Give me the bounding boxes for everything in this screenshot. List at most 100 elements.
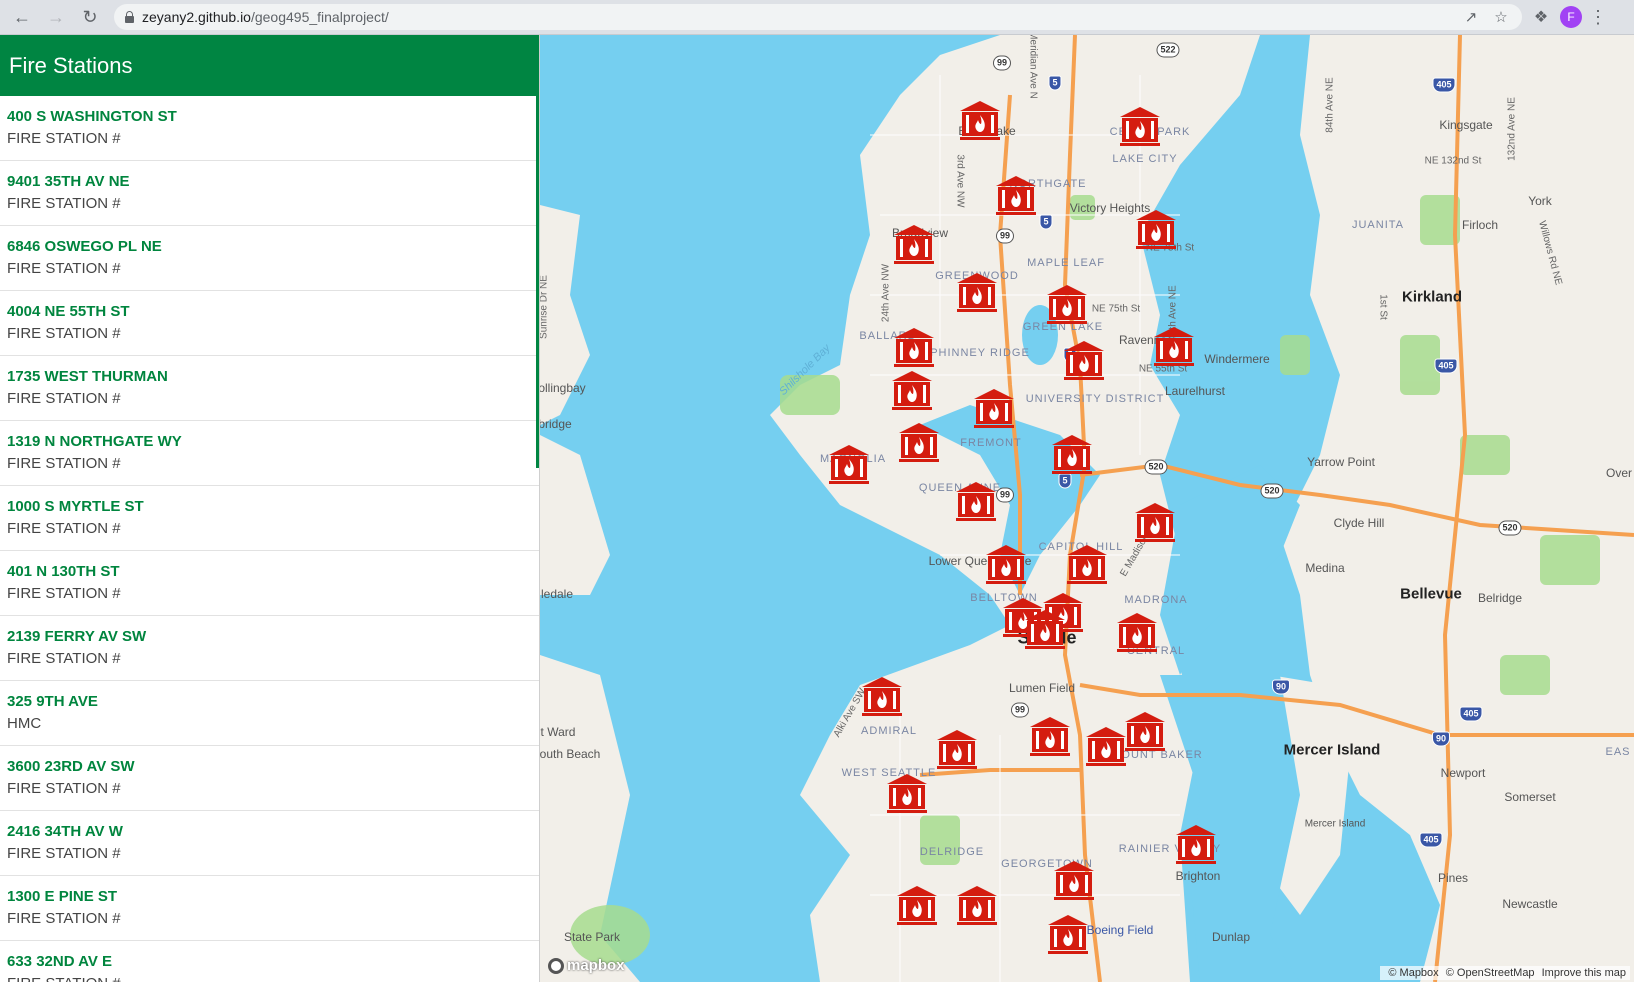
station-address[interactable]: 1300 E PINE ST (7, 888, 539, 906)
fire-station-icon[interactable] (972, 387, 1016, 431)
back-icon[interactable]: ← (8, 3, 36, 31)
station-address[interactable]: 3600 23RD AV SW (7, 758, 539, 776)
station-address[interactable]: 2139 FERRY AV SW (7, 628, 539, 646)
fire-station-icon[interactable] (895, 884, 939, 928)
fire-station-icon[interactable] (955, 884, 999, 928)
station-address[interactable]: 9401 35TH AV NE (7, 173, 539, 191)
fire-station-icon[interactable] (955, 271, 999, 315)
map-label: Belridge (1477, 591, 1523, 605)
list-item[interactable]: 325 9TH AVE HMC (0, 681, 539, 746)
list-item[interactable]: 1300 E PINE ST FIRE STATION # (0, 876, 539, 941)
list-item[interactable]: 2416 34TH AV W FIRE STATION # (0, 811, 539, 876)
extensions-icon[interactable]: ❖ (1528, 7, 1554, 27)
menu-icon[interactable]: ⋮ (1588, 7, 1608, 28)
list-item[interactable]: 4004 NE 55TH ST FIRE STATION # (0, 291, 539, 356)
fire-station-icon[interactable] (1046, 913, 1090, 957)
fire-station-icon[interactable] (885, 772, 929, 816)
scrollbar[interactable] (536, 96, 539, 468)
map-label: Medina (1305, 561, 1345, 575)
fire-station-icon[interactable] (1065, 543, 1109, 587)
fire-station-icon[interactable] (890, 369, 934, 413)
list-item[interactable]: 401 N 130TH ST FIRE STATION # (0, 551, 539, 616)
fire-station-icon[interactable] (860, 675, 904, 719)
route-shield: 99 (1010, 702, 1030, 718)
station-address[interactable]: 2416 34TH AV W (7, 823, 539, 841)
fire-station-icon[interactable] (827, 443, 871, 487)
star-icon[interactable]: ☆ (1490, 8, 1512, 26)
reload-icon[interactable]: ↻ (76, 3, 104, 31)
station-address[interactable]: 401 N 130TH ST (7, 563, 539, 581)
map-label: Mercer Island (1304, 818, 1366, 830)
map-basemap (540, 35, 1634, 982)
fire-station-icon[interactable] (1045, 283, 1089, 327)
map-label: ADMIRAL (861, 725, 917, 737)
fire-station-icon[interactable] (1050, 433, 1094, 477)
station-list[interactable]: 400 S WASHINGTON ST FIRE STATION # 9401 3… (0, 96, 539, 982)
station-address[interactable]: 1735 WEST THURMAN (7, 368, 539, 386)
map-label: Mercer Island (1283, 741, 1381, 759)
route-shield: 405 (1434, 358, 1458, 374)
fire-station-icon[interactable] (1062, 339, 1106, 383)
fire-station-icon[interactable] (897, 421, 941, 465)
map-label: NE 75th St (1091, 303, 1141, 315)
share-icon[interactable]: ↗ (1460, 8, 1482, 26)
fire-station-icon[interactable] (1023, 608, 1067, 652)
improve-map-link[interactable]: Improve this map (1542, 967, 1626, 979)
map-label: MADRONA (1124, 594, 1188, 606)
fire-station-icon[interactable] (994, 174, 1038, 218)
fire-station-icon[interactable] (1134, 208, 1178, 252)
url-text: zeyany2.github.io/geog495_finalproject/ (142, 9, 389, 25)
map-label: Windermere (1204, 352, 1270, 366)
fire-station-icon[interactable] (892, 223, 936, 267)
fire-station-icon[interactable] (1052, 859, 1096, 903)
list-item[interactable]: 1735 WEST THURMAN FIRE STATION # (0, 356, 539, 421)
station-address[interactable]: 633 32ND AV E (7, 953, 539, 971)
list-item[interactable]: 400 S WASHINGTON ST FIRE STATION # (0, 96, 539, 161)
list-item[interactable]: 633 32ND AV E FIRE STATION # (0, 941, 539, 982)
list-item[interactable]: 3600 23RD AV SW FIRE STATION # (0, 746, 539, 811)
mapbox-logo-text: mapbox (567, 957, 625, 974)
forward-icon[interactable]: → (42, 3, 70, 31)
station-address[interactable]: 400 S WASHINGTON ST (7, 108, 539, 126)
station-address[interactable]: 1000 S MYRTLE ST (7, 498, 539, 516)
station-address[interactable]: 325 9TH AVE (7, 693, 539, 711)
map-canvas[interactable]: Bitter Lake CEDAR PARK LAKE CITY NORTHGA… (540, 35, 1634, 982)
fire-station-icon[interactable] (1084, 725, 1128, 769)
list-item[interactable]: 1319 N NORTHGATE WY FIRE STATION # (0, 421, 539, 486)
station-address[interactable]: 6846 OSWEGO PL NE (7, 238, 539, 256)
map-label: York (1528, 194, 1552, 208)
station-address[interactable]: 4004 NE 55TH ST (7, 303, 539, 321)
avatar[interactable]: F (1560, 6, 1582, 28)
route-shield: 520 (1260, 483, 1284, 499)
list-item[interactable]: 6846 OSWEGO PL NE FIRE STATION # (0, 226, 539, 291)
fire-station-icon[interactable] (1174, 823, 1218, 867)
mapbox-logo[interactable]: mapbox (548, 957, 625, 974)
fire-station-icon[interactable] (1115, 611, 1159, 655)
fire-station-icon[interactable] (935, 728, 979, 772)
fire-station-icon[interactable] (1123, 710, 1167, 754)
mapbox-attribution-link[interactable]: © Mapbox (1388, 967, 1438, 979)
fire-station-icon[interactable] (1118, 105, 1162, 149)
map-label: Firloch (1461, 218, 1499, 232)
list-item[interactable]: 2139 FERRY AV SW FIRE STATION # (0, 616, 539, 681)
map-label: Newport (1440, 766, 1486, 780)
osm-attribution-link[interactable]: © OpenStreetMap (1446, 967, 1535, 979)
station-desc: FIRE STATION # (7, 845, 121, 862)
fire-station-icon[interactable] (1028, 715, 1072, 759)
fire-station-icon[interactable] (954, 480, 998, 524)
browser-toolbar: ← → ↻ zeyany2.github.io/geog495_finalpro… (0, 0, 1634, 35)
list-item[interactable]: 1000 S MYRTLE ST FIRE STATION # (0, 486, 539, 551)
address-bar[interactable]: zeyany2.github.io/geog495_finalproject/ … (114, 4, 1522, 30)
map-label: 1st St (1377, 294, 1389, 320)
fire-station-icon[interactable] (984, 543, 1028, 587)
map-label: LAKE CITY (1112, 153, 1178, 165)
list-item[interactable]: 9401 35TH AV NE FIRE STATION # (0, 161, 539, 226)
station-address[interactable]: 1319 N NORTHGATE WY (7, 433, 539, 451)
fire-station-icon[interactable] (958, 99, 1002, 143)
fire-station-icon[interactable] (1152, 325, 1196, 369)
fire-station-icon[interactable] (1133, 501, 1177, 545)
route-shield: 520 (1498, 520, 1522, 536)
map-label: Bellevue (1400, 585, 1462, 603)
route-shield: 405 (1432, 77, 1456, 93)
fire-station-icon[interactable] (892, 326, 936, 370)
